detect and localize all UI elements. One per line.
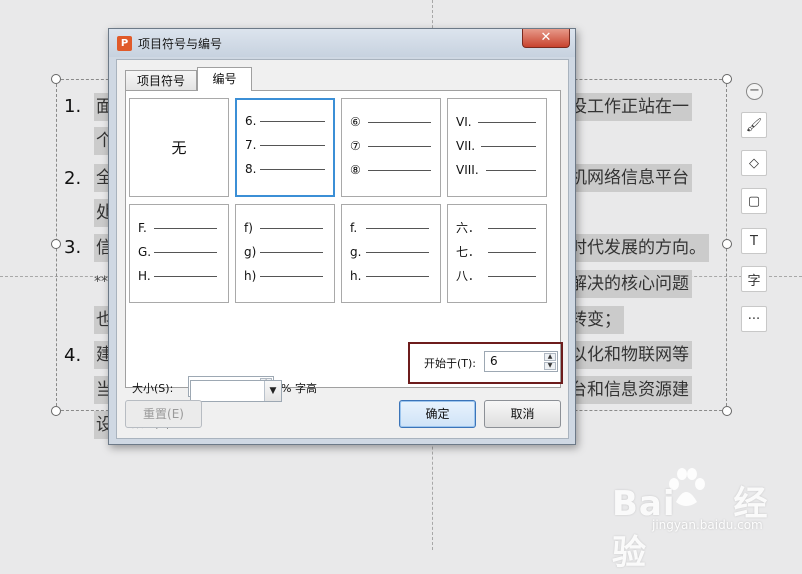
sample-line <box>481 146 536 147</box>
numbering-sample: 6. <box>245 114 257 128</box>
resize-handle-bl[interactable] <box>51 406 61 416</box>
numbering-sample: H. <box>138 269 151 283</box>
sample-line <box>154 252 217 253</box>
sample-line <box>368 146 431 147</box>
numbering-option-lower-alpha[interactable]: f. g. h. <box>341 204 441 303</box>
sample-line <box>368 122 431 123</box>
numbering-sample: VI. <box>456 115 472 129</box>
spin-up-icon[interactable]: ▲ <box>544 353 556 361</box>
sample-line <box>366 228 429 229</box>
sample-line <box>368 170 431 171</box>
numbering-option-circled[interactable]: ⑥ ⑦ ⑧ <box>341 98 441 197</box>
sample-line <box>488 228 536 229</box>
numbering-sample: 六． <box>456 221 481 235</box>
numbering-sample: h. <box>350 269 362 283</box>
slide-text-line: 以化和物联网等 <box>567 341 692 369</box>
dialog-body: 项目符号 编号 无 6. 7. 8. ⑥ ⑦ ⑧ VI. VII. VIII. … <box>116 59 569 439</box>
start-at-stepper-buttons[interactable]: ▲ ▼ <box>544 353 556 370</box>
tab-numbering[interactable]: 编号 <box>197 67 252 91</box>
char-spacing-icon[interactable]: 字 <box>741 266 767 292</box>
resize-handle-br[interactable] <box>722 406 732 416</box>
numbering-option-lower-alpha-paren[interactable]: f) g) h) <box>235 204 335 303</box>
list-number: 3. <box>64 237 82 258</box>
numbering-sample: g) <box>244 245 257 259</box>
numbering-option-none[interactable]: 无 <box>129 98 229 197</box>
none-label: 无 <box>171 139 187 157</box>
close-button[interactable]: ✕ <box>522 29 570 48</box>
sample-line <box>154 276 217 277</box>
sample-line <box>260 169 325 170</box>
spin-down-icon[interactable]: ▼ <box>544 362 556 370</box>
list-number: 2. <box>64 168 82 189</box>
slide-stars: ** <box>94 274 108 290</box>
dialog-titlebar[interactable]: P 项目符号与编号 ✕ <box>109 29 575 57</box>
app-icon: P <box>117 36 132 51</box>
numbering-sample: VIII. <box>456 163 479 177</box>
reset-button[interactable]: 重置(E) <box>125 400 202 428</box>
numbering-sample: f) <box>244 221 253 235</box>
sample-line <box>260 252 323 253</box>
sample-line <box>260 276 323 277</box>
numbering-sample: 七． <box>456 245 481 259</box>
brush-icon[interactable]: 🖌 <box>741 112 767 138</box>
dialog-title: 项目符号与编号 <box>138 37 223 51</box>
size-label: 大小(S): <box>132 382 174 395</box>
numbering-sample: 八． <box>456 269 481 283</box>
numbering-sample: 7. <box>245 138 257 152</box>
resize-handle-tl[interactable] <box>51 74 61 84</box>
ok-button[interactable]: 确定 <box>399 400 476 428</box>
sample-line <box>260 121 325 122</box>
numbering-option-upper-alpha[interactable]: F. G. H. <box>129 204 229 303</box>
resize-handle-mr[interactable] <box>722 239 732 249</box>
list-number: 1. <box>64 96 82 117</box>
slide-text-line: 时代发展的方向。 <box>567 234 709 262</box>
start-at-value: 6 <box>490 354 498 368</box>
text-box-icon[interactable]: T <box>741 228 767 254</box>
list-number: 4. <box>64 345 82 366</box>
numbering-sample: f. <box>350 221 358 235</box>
slide-text-line: 解决的核心问题 <box>567 270 692 298</box>
border-icon[interactable]: ▢ <box>741 188 767 214</box>
color-select[interactable]: ▼ <box>190 380 282 402</box>
cancel-button[interactable]: 取消 <box>484 400 561 428</box>
collapse-toolbar-button[interactable]: − <box>746 83 763 100</box>
chevron-down-icon[interactable]: ▼ <box>264 381 281 401</box>
slide-text-line: 机网络信息平台 <box>567 164 692 192</box>
tab-bullets[interactable]: 项目符号 <box>125 70 197 91</box>
size-unit-label: % 字高 <box>281 382 317 395</box>
sample-line <box>366 252 429 253</box>
watermark-url: jingyan.baidu.com <box>652 518 763 532</box>
numbering-sample: VII. <box>456 139 476 153</box>
slide-text-line: 台和信息资源建 <box>567 376 692 404</box>
sample-line <box>478 122 536 123</box>
sample-line <box>260 228 323 229</box>
numbering-sample: ⑦ <box>350 139 361 153</box>
bullets-numbering-dialog[interactable]: P 项目符号与编号 ✕ 项目符号 编号 无 6. 7. 8. ⑥ ⑦ ⑧ VI.… <box>108 28 576 445</box>
numbering-sample: ⑧ <box>350 163 361 177</box>
resize-handle-ml[interactable] <box>51 239 61 249</box>
sample-line <box>154 228 217 229</box>
numbering-sample: 8. <box>245 162 257 176</box>
numbering-sample: G. <box>138 245 152 259</box>
resize-handle-tr[interactable] <box>722 74 732 84</box>
slide-text-line: 没工作正站在一 <box>567 93 692 121</box>
numbering-option-roman[interactable]: VI. VII. VIII. <box>447 98 547 197</box>
numbering-sample: g. <box>350 245 362 259</box>
sample-line <box>260 145 325 146</box>
sample-line <box>488 252 536 253</box>
numbering-option-arabic[interactable]: 6. 7. 8. <box>235 98 335 197</box>
numbering-sample: h) <box>244 269 257 283</box>
numbering-sample: ⑥ <box>350 115 361 129</box>
fill-icon[interactable]: ◇ <box>741 150 767 176</box>
sample-line <box>366 276 429 277</box>
sample-line <box>488 276 536 277</box>
start-at-label: 开始于(T): <box>424 357 477 370</box>
numbering-option-chinese[interactable]: 六． 七． 八． <box>447 204 547 303</box>
start-at-stepper[interactable]: 6 ▲ ▼ <box>484 351 558 372</box>
sample-line <box>486 170 536 171</box>
numbering-sample: F. <box>138 221 147 235</box>
start-at-highlight: 开始于(T): 6 ▲ ▼ <box>408 342 563 384</box>
more-icon[interactable]: ··· <box>741 306 767 332</box>
